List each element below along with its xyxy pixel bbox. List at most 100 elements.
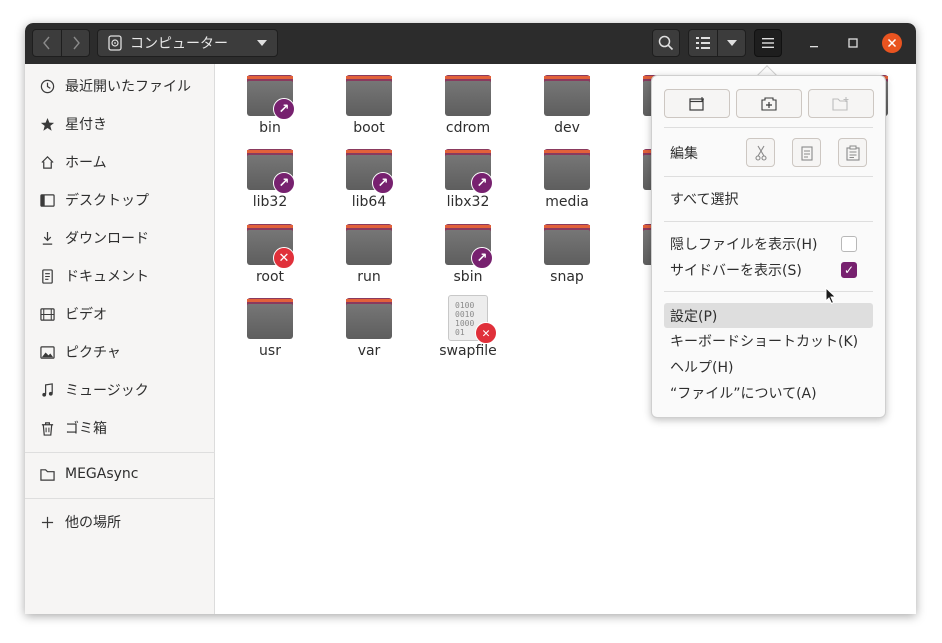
folder-icon: ↗ xyxy=(445,221,493,269)
new-tab-button[interactable] xyxy=(736,89,802,118)
menu-separator xyxy=(664,291,873,292)
location-button[interactable]: コンピューター xyxy=(97,29,278,57)
view-options-button[interactable] xyxy=(718,30,746,56)
new-folder-button[interactable] xyxy=(808,89,874,118)
preferences-item[interactable]: 設定(P) xyxy=(664,303,873,328)
binary-file-icon: 0100 0010 1000 01 ✕ xyxy=(448,295,497,344)
sidebar-item-music[interactable]: ミュージック xyxy=(25,373,215,407)
sidebar-item-home[interactable]: ホーム xyxy=(25,145,215,179)
folder-icon: ✕ xyxy=(247,221,295,269)
file-name: var xyxy=(357,343,381,359)
sidebar-item-label: ダウンロード xyxy=(65,231,149,247)
sidebar-item-megasync[interactable]: MEGAsync xyxy=(25,457,215,491)
close-icon xyxy=(887,38,897,48)
show-hidden-item[interactable]: 隠しファイルを表示(H) xyxy=(664,233,873,255)
file-item-cdrom[interactable]: cdrom xyxy=(422,72,514,144)
folder-icon xyxy=(346,72,392,116)
close-button[interactable] xyxy=(882,33,902,53)
sidebar-item-label: ゴミ箱 xyxy=(65,421,107,437)
search-icon xyxy=(658,35,674,51)
symlink-arrow-icon: ↗ xyxy=(471,172,493,194)
new-window-button[interactable] xyxy=(664,89,730,118)
symlink-arrow-icon: ↗ xyxy=(273,98,295,120)
sidebar-item-documents[interactable]: ドキュメント xyxy=(25,259,215,293)
help-item[interactable]: ヘルプ(H) xyxy=(664,356,873,378)
file-name: usr xyxy=(259,343,281,359)
view-list-button[interactable] xyxy=(689,30,717,56)
forward-icon xyxy=(73,36,80,50)
file-item-bin[interactable]: ↗ bin xyxy=(224,72,316,144)
file-item-dev[interactable]: dev xyxy=(521,72,613,144)
paste-button[interactable] xyxy=(838,138,867,167)
chevron-down-icon xyxy=(727,40,737,46)
back-button[interactable] xyxy=(33,30,61,56)
symlink-arrow-icon: ↗ xyxy=(273,172,295,194)
cut-button[interactable] xyxy=(746,138,775,167)
sidebar-item-other-locations[interactable]: 他の場所 xyxy=(25,505,215,539)
binary-text: 0100 xyxy=(455,301,475,310)
sidebar-item-label: ミュージック xyxy=(65,383,149,399)
main-menu-button[interactable] xyxy=(754,29,782,57)
file-item-sbin[interactable]: ↗ sbin xyxy=(422,221,514,293)
sidebar-item-label: 最近開いたファイル xyxy=(65,79,191,95)
preferences-label: 設定(P) xyxy=(670,308,718,325)
show-sidebar-checkbox[interactable]: ✓ xyxy=(841,262,857,278)
maximize-button[interactable] xyxy=(843,33,863,53)
sidebar-item-label: ピクチャ xyxy=(65,345,121,361)
folder-icon xyxy=(544,221,590,265)
file-item-swapfile[interactable]: 0100 0010 1000 01 ✕ swapfile xyxy=(422,295,514,367)
folder-icon xyxy=(39,466,55,482)
sidebar-item-desktop[interactable]: デスクトップ xyxy=(25,183,215,217)
select-all-item[interactable]: すべて選択 xyxy=(664,188,873,210)
sidebar-item-trash[interactable]: ゴミ箱 xyxy=(25,411,215,445)
shortcuts-label: キーボードショートカット(K) xyxy=(670,334,859,350)
file-item-run[interactable]: run xyxy=(323,221,415,293)
sidebar-item-downloads[interactable]: ダウンロード xyxy=(25,221,215,255)
sidebar-item-label: 星付き xyxy=(65,117,107,133)
file-item-lib32[interactable]: ↗ lib32 xyxy=(224,146,316,218)
file-name: cdrom xyxy=(445,120,491,136)
folder-icon xyxy=(544,72,590,116)
file-item-boot[interactable]: boot xyxy=(323,72,415,144)
sidebar-item-recent[interactable]: 最近開いたファイル xyxy=(25,69,215,103)
symlink-arrow-icon: ↗ xyxy=(372,172,394,194)
about-label: “ファイル”について(A) xyxy=(670,386,817,402)
file-item-root[interactable]: ✕ root xyxy=(224,221,316,293)
sidebar-item-label: デスクトップ xyxy=(65,193,149,209)
picture-icon xyxy=(39,344,55,360)
sidebar-item-videos[interactable]: ビデオ xyxy=(25,297,215,331)
folder-icon xyxy=(346,221,392,265)
file-name: swapfile xyxy=(439,343,497,359)
file-item-media[interactable]: media xyxy=(521,146,613,218)
shortcuts-item[interactable]: キーボードショートカット(K) xyxy=(664,330,873,352)
sidebar-item-starred[interactable]: 星付き xyxy=(25,107,215,141)
file-item-snap[interactable]: snap xyxy=(521,221,613,293)
sidebar-item-label: ホーム xyxy=(65,155,107,171)
about-item[interactable]: “ファイル”について(A) xyxy=(664,382,873,404)
file-item-libx32[interactable]: ↗ libx32 xyxy=(422,146,514,218)
mouse-pointer-icon xyxy=(825,287,837,305)
file-item-usr[interactable]: usr xyxy=(224,295,316,367)
file-name: sbin xyxy=(453,269,483,285)
minimize-button[interactable] xyxy=(804,33,824,53)
music-icon xyxy=(39,382,55,398)
copy-button[interactable] xyxy=(792,138,821,167)
sidebar-item-label: ビデオ xyxy=(65,307,107,323)
trash-icon xyxy=(39,420,55,436)
show-hidden-checkbox[interactable] xyxy=(841,236,857,252)
paste-icon xyxy=(845,145,860,161)
show-sidebar-item[interactable]: サイドバーを表示(S) ✓ xyxy=(664,259,873,281)
cut-icon xyxy=(754,145,767,161)
search-button[interactable] xyxy=(652,29,680,57)
video-icon xyxy=(39,306,55,322)
star-icon xyxy=(39,116,55,132)
chevron-down-icon xyxy=(257,40,267,46)
clock-icon xyxy=(39,78,55,94)
file-name: media xyxy=(545,194,589,210)
sidebar-item-pictures[interactable]: ピクチャ xyxy=(25,335,215,369)
hamburger-icon xyxy=(762,38,774,48)
file-item-lib64[interactable]: ↗ lib64 xyxy=(323,146,415,218)
document-icon xyxy=(39,268,55,284)
forward-button[interactable] xyxy=(62,30,90,56)
file-item-var[interactable]: var xyxy=(323,295,415,367)
